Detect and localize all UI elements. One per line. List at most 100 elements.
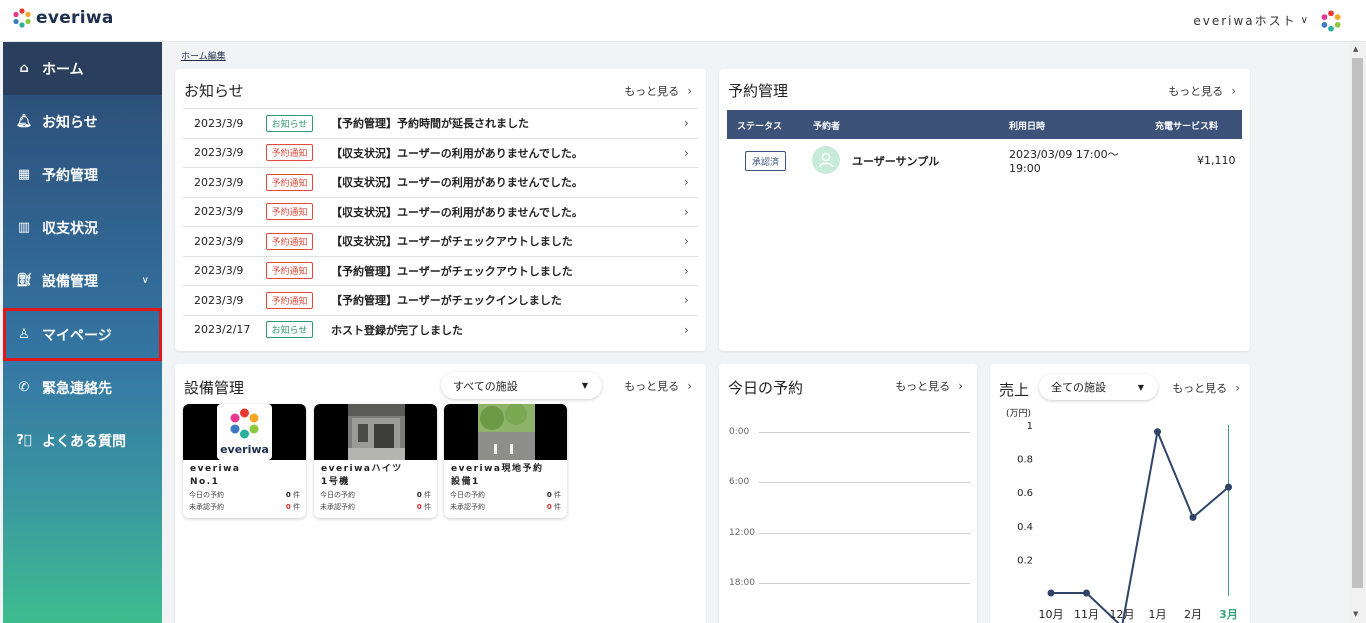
news-row[interactable]: 2023/2/17 お知らせ ホスト登録が完了しました › (183, 314, 698, 345)
news-badge: 予約通知 (266, 232, 313, 250)
chevron-right-icon: › (684, 234, 689, 249)
brand-logo[interactable]: everiwa (12, 8, 114, 28)
news-row[interactable]: 2023/3/9 予約通知 【収支状況】ユーザーの利用がありませんでした。 › (183, 137, 698, 168)
news-row[interactable]: 2023/3/9 予約通知 【予約管理】ユーザーがチェックインしました › (183, 285, 698, 315)
chevron-right-icon: › (687, 84, 692, 98)
data-point[interactable] (1189, 513, 1197, 521)
question-icon: ?⃝ (16, 433, 32, 448)
facilities-more-link[interactable]: もっと見る › (624, 378, 692, 394)
sidebar-item-reservations[interactable]: ▦ 予約管理 (3, 148, 162, 201)
facility-card[interactable]: everiwaハイツ 1号機 今日の予約 0 件 未承認予約 0 件 (314, 404, 437, 518)
news-row[interactable]: 2023/3/9 予約通知 【予約管理】ユーザーがチェックアウトしました › (183, 255, 698, 286)
facility-name: everiwa現地予約 設備1 (451, 464, 544, 487)
reserver-name: ユーザーサンプル (852, 155, 940, 168)
news-text: 【予約管理】ユーザーがチェックアウトしました (331, 264, 573, 278)
sidebar-item-emergency[interactable]: ✆ 緊急連絡先 (3, 361, 162, 414)
facility-image (444, 404, 567, 460)
chevron-right-icon: › (684, 116, 689, 131)
sidebar-item-equipment[interactable]: ⛽︎ 設備管理 ∨ (3, 254, 162, 307)
facility-card[interactable]: everiwa everiwa No.1 今日の予約 0 件 未承認予約 0 件 (183, 404, 306, 518)
news-badge: 予約通知 (266, 173, 313, 191)
user-menu[interactable]: everiwaホスト ∨ (1193, 12, 1308, 29)
today-title: 今日の予約 (728, 379, 804, 397)
home-icon: ⌂ (19, 61, 29, 76)
facility-card[interactable]: everiwa現地予約 設備1 今日の予約 0 件 未承認予約 0 件 (444, 404, 567, 518)
chevron-down-icon: ∨ (1300, 15, 1308, 26)
time-gridline (759, 482, 970, 483)
facility-pending-count: 未承認予約 0 件 (320, 503, 431, 511)
today-reservations-card: 今日の予約 もっと見る › 0:00 6:00 12:00 18:00 (719, 364, 977, 623)
reservation-datetime: 2023/03/09 17:00〜 (1009, 148, 1119, 161)
chevron-right-icon: › (687, 379, 692, 393)
home-edit-link[interactable]: ホーム編集 (181, 49, 226, 62)
news-text: 【収支状況】ユーザーの利用がありませんでした。 (331, 205, 583, 219)
reservation-datetime-end: 19:00 (1009, 162, 1041, 175)
sidebar-item-label: よくある質問 (42, 433, 126, 450)
sales-chart: 1 0.8 0.6 0.4 0.2 10月 11月 12月 1月 2月 3月 (990, 364, 1250, 623)
y-tick-label: 0.4 (1017, 522, 1033, 533)
account-avatar[interactable] (1320, 10, 1342, 36)
reservations-card: 予約管理 もっと見る › ステータス 予約者 利用日時 充電サービス料 承認済 … (719, 69, 1250, 351)
facilities-card: 設備管理 すべての施設 ▼ もっと見る › everiwa everiwa No… (175, 364, 706, 623)
x-tick-label: 2月 (1184, 608, 1202, 621)
y-tick-label: 1 (1027, 421, 1033, 432)
news-row[interactable]: 2023/3/9 お知らせ 【予約管理】予約時間が延長されました › (183, 108, 698, 138)
bell-icon: 🔔︎ (15, 114, 33, 129)
news-badge: 予約通知 (266, 291, 313, 309)
reservations-table-header: ステータス 予約者 利用日時 充電サービス料 (727, 110, 1242, 139)
scroll-down-icon[interactable]: ▼ (1353, 610, 1358, 618)
news-date: 2023/3/9 (194, 116, 244, 130)
facility-pending-count: 未承認予約 0 件 (189, 503, 300, 511)
news-row[interactable]: 2023/3/9 予約通知 【収支状況】ユーザーがチェックアウトしました › (183, 226, 698, 256)
facility-image: everiwa (183, 404, 306, 460)
scrollbar-thumb[interactable] (1352, 58, 1363, 588)
facility-filter-select[interactable]: すべての施設 ▼ (441, 372, 602, 399)
news-text: ホスト登録が完了しました (331, 323, 463, 337)
news-date: 2023/3/9 (194, 264, 244, 278)
facility-name: everiwaハイツ 1号機 (321, 464, 403, 487)
news-date: 2023/2/17 (194, 323, 251, 337)
charger-icon: ⛽︎ (15, 273, 33, 288)
scroll-up-icon[interactable]: ▲ (1353, 45, 1358, 53)
x-tick-label: 3月 (1219, 608, 1238, 621)
data-point[interactable] (1225, 483, 1232, 491)
sidebar-item-label: マイページ (42, 327, 112, 344)
sidebar: ⌂ ホーム 🔔︎ お知らせ ▦ 予約管理 ▥ 収支状況 ⛽︎ 設備管理 ∨ ♙ … (3, 42, 162, 623)
column-header: ステータス (737, 122, 783, 132)
reservations-more-link[interactable]: もっと見る › (1168, 83, 1236, 99)
column-header: 利用日時 (1009, 122, 1046, 132)
top-header: everiwa everiwaホスト ∨ (0, 0, 1366, 42)
news-row[interactable]: 2023/3/9 予約通知 【収支状況】ユーザーの利用がありませんでした。 › (183, 196, 698, 227)
brand-name: everiwa (36, 8, 114, 28)
chevron-down-icon: ∨ (141, 275, 149, 286)
sidebar-item-news[interactable]: 🔔︎ お知らせ (3, 95, 162, 148)
sidebar-item-faq[interactable]: ?⃝ よくある質問 (3, 414, 162, 467)
x-tick-label: 12月 (1110, 608, 1135, 621)
sidebar-item-home[interactable]: ⌂ ホーム (3, 42, 162, 95)
chevron-right-icon: › (684, 145, 689, 160)
x-tick-label: 11月 (1074, 608, 1099, 621)
reservation-fee: ¥1,110 (1197, 154, 1236, 167)
facility-today-count: 今日の予約 0 件 (450, 491, 561, 499)
everiwa-logo-icon (1321, 10, 1341, 32)
sidebar-item-income[interactable]: ▥ 収支状況 (3, 201, 162, 254)
sidebar-item-label: お知らせ (42, 114, 98, 131)
news-badge: お知らせ (266, 114, 313, 132)
chevron-right-icon: › (684, 204, 689, 219)
time-label: 18:00 (729, 578, 755, 588)
data-point[interactable] (1047, 589, 1055, 597)
column-header: 予約者 (813, 122, 841, 132)
sidebar-item-label: 収支状況 (42, 220, 98, 237)
today-more-link[interactable]: もっと見る › (895, 378, 963, 394)
news-text: 【予約管理】予約時間が延長されました (331, 117, 529, 131)
news-text: 【収支状況】ユーザーの利用がありませんでした。 (331, 176, 583, 190)
news-row[interactable]: 2023/3/9 予約通知 【収支状況】ユーザーの利用がありませんでした。 › (183, 167, 698, 197)
select-value: すべての施設 (453, 379, 518, 393)
chart-icon: ▥ (17, 220, 31, 235)
sidebar-item-mypage[interactable]: ♙ マイページ (3, 308, 162, 361)
news-more-link[interactable]: もっと見る › (624, 83, 692, 99)
chevron-right-icon: › (1231, 84, 1236, 98)
page-scrollbar[interactable]: ▲ ▼ (1349, 42, 1366, 623)
data-point[interactable] (1154, 428, 1161, 436)
data-point[interactable] (1083, 589, 1090, 597)
